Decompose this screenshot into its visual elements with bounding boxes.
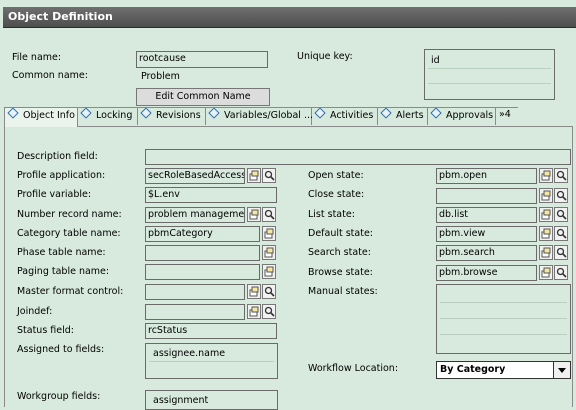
search-icon[interactable] bbox=[554, 168, 568, 183]
joindef-field[interactable] bbox=[145, 304, 245, 320]
tab-diamond-icon bbox=[314, 107, 326, 119]
tab-diamond-icon bbox=[7, 107, 19, 119]
tab-diamond-icon bbox=[140, 107, 152, 119]
workflow-location-value: By Category bbox=[440, 364, 506, 375]
browse-icon[interactable] bbox=[247, 168, 261, 183]
browse-icon[interactable] bbox=[539, 188, 553, 203]
profile-app-field[interactable]: secRoleBasedAccess bbox=[145, 168, 245, 184]
search-icon[interactable] bbox=[262, 207, 276, 222]
phase-table-label: Phase table name: bbox=[17, 247, 106, 258]
phase-table-field[interactable] bbox=[145, 245, 260, 261]
close-state-label: Close state: bbox=[308, 189, 365, 200]
browse-icon[interactable] bbox=[539, 207, 553, 222]
workgroup-item[interactable]: assignment bbox=[153, 395, 208, 406]
workflow-location-label: Workflow Location: bbox=[308, 363, 399, 374]
browse-icon[interactable] bbox=[247, 207, 261, 222]
master-format-label: Master format control: bbox=[17, 286, 124, 297]
assigned-list[interactable]: assignee.name bbox=[145, 343, 278, 379]
tab-bar: Object Info Locking Revisions Variables/… bbox=[4, 107, 572, 127]
tab-diamond-icon bbox=[380, 107, 392, 119]
common-name-label: Common name: bbox=[12, 70, 88, 81]
search-icon[interactable] bbox=[554, 245, 568, 260]
tab-variables[interactable]: Variables/Global ... bbox=[206, 107, 313, 125]
open-state-field[interactable]: pbm.open bbox=[436, 168, 537, 184]
status-field-label: Status field: bbox=[17, 325, 74, 336]
search-icon[interactable] bbox=[554, 188, 568, 203]
browse-state-label: Browse state: bbox=[308, 267, 373, 278]
browse-icon[interactable] bbox=[539, 245, 553, 260]
title-bar: Object Definition bbox=[0, 0, 576, 32]
tab-activities[interactable]: Activities bbox=[312, 107, 378, 125]
description-label: Description field: bbox=[17, 151, 98, 162]
tab-diamond-icon bbox=[430, 107, 442, 119]
browse-icon[interactable] bbox=[262, 226, 276, 241]
profile-app-label: Profile application: bbox=[17, 170, 106, 181]
unique-key-item[interactable]: id bbox=[431, 55, 440, 66]
description-field[interactable] bbox=[145, 149, 571, 165]
tab-overflow[interactable]: »4 bbox=[496, 107, 518, 125]
manual-states-list[interactable] bbox=[436, 284, 571, 354]
category-table-label: Category table name: bbox=[17, 228, 121, 239]
browse-icon[interactable] bbox=[539, 226, 553, 241]
tab-diamond-icon bbox=[208, 107, 220, 119]
unique-key-list[interactable]: id bbox=[424, 49, 555, 100]
tab-diamond-icon bbox=[80, 107, 92, 119]
browse-icon[interactable] bbox=[247, 304, 261, 319]
search-icon[interactable] bbox=[554, 226, 568, 241]
search-icon[interactable] bbox=[262, 168, 276, 183]
paging-table-label: Paging table name: bbox=[17, 266, 110, 277]
browse-icon[interactable] bbox=[262, 245, 276, 260]
search-icon[interactable] bbox=[262, 304, 276, 319]
browse-icon[interactable] bbox=[539, 168, 553, 183]
file-name-field[interactable]: rootcause bbox=[136, 51, 268, 68]
browse-icon[interactable] bbox=[262, 264, 276, 279]
file-name-label: File name: bbox=[12, 52, 62, 63]
list-state-label: List state: bbox=[308, 209, 355, 220]
master-format-field[interactable] bbox=[145, 284, 245, 300]
common-name-value: Problem bbox=[141, 71, 180, 82]
unique-key-label: Unique key: bbox=[297, 51, 353, 62]
category-table-field[interactable]: pbmCategory bbox=[145, 226, 260, 242]
number-record-label: Number record name: bbox=[17, 209, 122, 220]
manual-states-label: Manual states: bbox=[308, 286, 378, 297]
default-state-label: Default state: bbox=[308, 228, 373, 239]
edit-common-name-button[interactable]: Edit Common Name bbox=[136, 88, 270, 106]
open-state-label: Open state: bbox=[308, 170, 364, 181]
tab-object-info[interactable]: Object Info bbox=[4, 107, 78, 127]
close-state-field[interactable] bbox=[436, 188, 537, 204]
status-field[interactable]: rcStatus bbox=[145, 323, 277, 339]
joindef-label: Joindef: bbox=[17, 306, 53, 317]
number-record-field[interactable]: problem management bbox=[145, 207, 245, 223]
paging-table-field[interactable] bbox=[145, 264, 260, 280]
assigned-label: Assigned to fields: bbox=[17, 344, 105, 355]
window-title: Object Definition bbox=[8, 10, 113, 23]
tab-alerts[interactable]: Alerts bbox=[378, 107, 428, 125]
workflow-location-select[interactable]: By Category bbox=[436, 361, 571, 379]
assigned-item[interactable]: assignee.name bbox=[153, 348, 225, 359]
tab-approvals[interactable]: Approvals bbox=[428, 107, 496, 125]
workgroup-list[interactable]: assignment bbox=[145, 390, 278, 410]
default-state-field[interactable]: pbm.view bbox=[436, 226, 537, 242]
profile-var-field[interactable]: $L.env bbox=[145, 187, 277, 203]
search-state-field[interactable]: pbm.search bbox=[436, 245, 537, 261]
browse-icon[interactable] bbox=[539, 265, 553, 280]
tab-locking[interactable]: Locking bbox=[78, 107, 138, 125]
browse-icon[interactable] bbox=[247, 284, 261, 299]
list-state-field[interactable]: db.list bbox=[436, 207, 537, 223]
profile-var-label: Profile variable: bbox=[17, 189, 92, 200]
browse-state-field[interactable]: pbm.browse bbox=[436, 265, 537, 281]
search-icon[interactable] bbox=[554, 265, 568, 280]
search-icon[interactable] bbox=[262, 284, 276, 299]
search-state-label: Search state: bbox=[308, 247, 371, 258]
search-icon[interactable] bbox=[554, 207, 568, 222]
workgroup-label: Workgroup fields: bbox=[17, 391, 101, 402]
tab-revisions[interactable]: Revisions bbox=[138, 107, 206, 125]
chevron-down-icon[interactable] bbox=[553, 362, 570, 378]
